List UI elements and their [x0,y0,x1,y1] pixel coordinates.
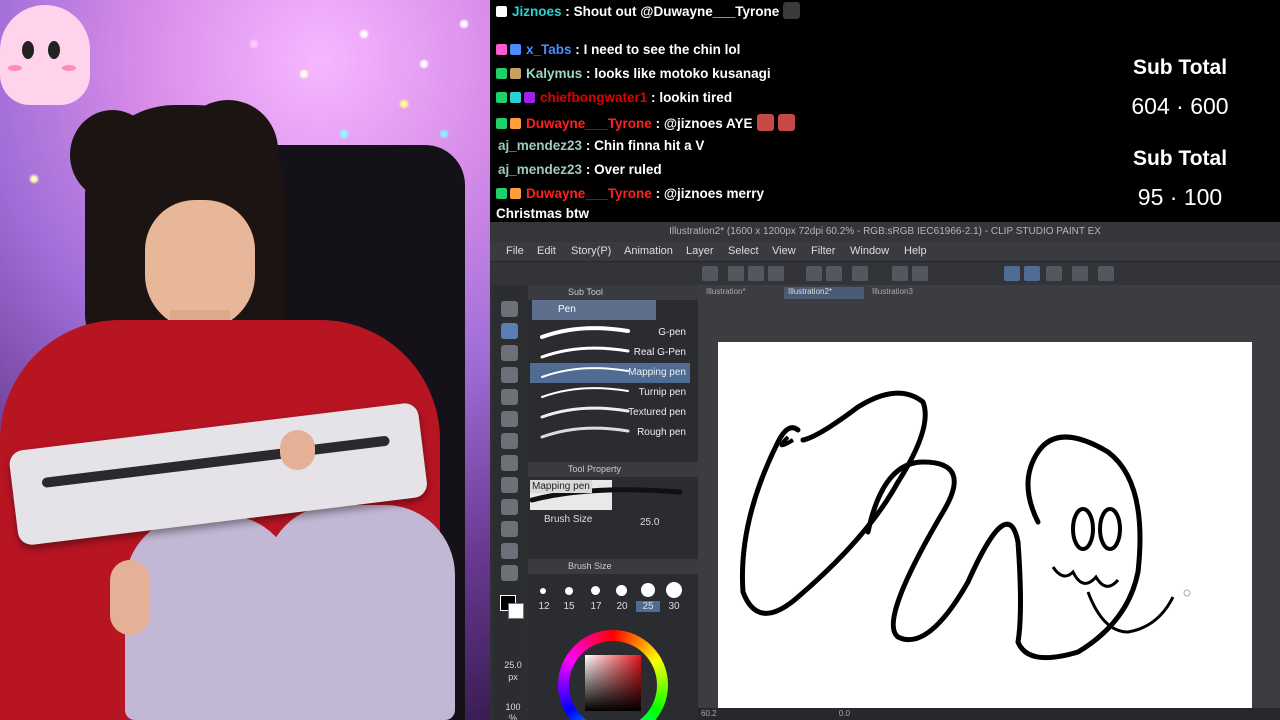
transform-icon[interactable] [912,266,928,281]
menu-layer[interactable]: Layer [686,245,714,257]
tool-property-header: Tool Property [528,462,698,477]
side-brush-unit: px [508,672,518,682]
size-preset[interactable]: 17 [584,601,608,612]
webcam-feed [0,0,490,720]
side-opacity-unit: % [508,713,517,720]
sub-total-value: 95 · 100 [1137,184,1223,210]
size-preset[interactable]: 20 [610,601,634,612]
size-preset-selected[interactable]: 25 [636,601,660,612]
pen-active-icon[interactable] [1004,266,1020,281]
menu-bar: File Edit Story(P) Animation Layer Selec… [490,242,1280,261]
chat-message: Jiznoes : Shout out @Duwayne___Tyrone [496,2,801,19]
doc-tab-active[interactable]: Illustration2* [784,287,864,299]
home-icon[interactable] [702,266,718,281]
ruler-icon[interactable] [1046,266,1062,281]
chat-message-wrap: Christmas btw [496,206,590,221]
clip-studio-window: Illustration2* (1600 x 1200px 72dpi 60.2… [490,222,1280,720]
menu-animation[interactable]: Animation [624,245,673,257]
brush-size-value[interactable]: 25.0 [640,517,659,528]
redo-icon[interactable] [826,266,842,281]
ghost-snake-drawing [739,390,1191,661]
brush-real-g-pen[interactable]: Real G-Pen [530,343,690,363]
canvas-area: Illustration* Illustration2* Illustratio… [698,285,1280,720]
menu-file[interactable]: File [506,245,524,257]
color-square[interactable] [585,655,641,711]
eraser-icon[interactable] [501,389,518,405]
sub-total-label: Sub Total [1132,56,1228,79]
fill-tool-icon[interactable] [501,455,518,471]
undo-icon[interactable] [806,266,822,281]
frame-icon[interactable] [501,477,518,493]
blend-icon[interactable] [501,411,518,427]
size-preset[interactable]: 15 [557,601,581,612]
menu-window[interactable]: Window [850,245,889,257]
help-icon[interactable] [1098,266,1114,281]
menu-view[interactable]: View [772,245,796,257]
doc-tab[interactable]: Illustration3 [868,287,948,299]
stabilizer-icon[interactable] [1024,266,1040,281]
size-preset[interactable]: 30 [662,601,686,612]
lasso-icon[interactable] [501,499,518,515]
brush-g-pen[interactable]: G-pen [530,323,690,343]
chat-message: Kalymus : looks like motoko kusanagi [496,66,771,81]
brush-mapping-pen[interactable]: Mapping pen [530,363,690,383]
drawing-canvas[interactable] [718,342,1252,720]
chat-message: x_Tabs : I need to see the chin lol [496,42,740,57]
window-title: Illustration2* (1600 x 1200px 72dpi 60.2… [490,222,1280,242]
command-bar [490,261,1280,285]
status-bar: 60.2 0.0 [698,708,1280,720]
gradient-icon[interactable] [501,543,518,559]
brush-rough-pen[interactable]: Rough pen [530,423,690,443]
chat-message: Duwayne___Tyrone : @jiznoes AYE [496,114,795,131]
chat-overlay: Jiznoes : Shout out @Duwayne___Tyrone x_… [490,0,1105,222]
brush-textured-pen[interactable]: Textured pen [530,403,690,423]
subtool-header: Sub Tool [528,285,698,300]
new-icon[interactable] [728,266,744,281]
lets-go-emote [783,2,801,19]
color-wheel[interactable] [558,630,668,720]
kirby-plush [0,5,90,105]
size-preset[interactable]: 12 [532,601,556,612]
tool-property-name: Mapping pen [530,480,592,493]
chat-message: Duwayne___Tyrone : @jiznoes merry [496,186,764,201]
brush-turnip-pen[interactable]: Turnip pen [530,383,690,403]
zoom-icon[interactable] [501,301,518,317]
pencil-tool-icon[interactable] [501,345,518,361]
pen-tool-icon[interactable] [501,323,518,339]
magic-wand-icon[interactable] [501,521,518,537]
sub-goal-panel: Sub Total 604 · 600 Sub Total 95 · 100 [1105,0,1280,222]
sub-total-label: Sub Total [1132,147,1228,170]
brush-size-label: Brush Size [544,514,593,525]
brush-size-header: Brush Size [528,559,698,574]
save-icon[interactable] [768,266,784,281]
zoom-readout[interactable]: 60.2 [701,709,717,718]
tool-palette: 25.0 px 100 % [493,285,527,720]
layer-icon[interactable] [1072,266,1088,281]
sub-total-value: 604 · 600 [1131,93,1229,119]
doc-tab[interactable]: Illustration* [702,287,780,299]
stream-layout: Jiznoes : Shout out @Duwayne___Tyrone x_… [0,0,1280,720]
pen-group-tab[interactable]: Pen [532,300,656,320]
chat-message: chiefbongwater1 : lookin tired [496,90,732,105]
menu-help[interactable]: Help [904,245,927,257]
move-icon[interactable] [501,433,518,449]
side-brush-size: 25.0 [504,660,522,670]
spinner-icon[interactable] [852,266,868,281]
menu-edit[interactable]: Edit [537,245,556,257]
menu-select[interactable]: Select [728,245,759,257]
brush-tool-icon[interactable] [501,367,518,383]
chat-message: aj_mendez23 : Chin finna hit a V [498,138,705,153]
fill-icon[interactable] [892,266,908,281]
figure-icon[interactable] [501,565,518,581]
menu-story[interactable]: Story(P) [571,245,611,257]
rotation-readout[interactable]: 0.0 [839,709,850,718]
sub-color-swatch[interactable] [508,603,524,619]
chat-message: aj_mendez23 : Over ruled [498,162,662,177]
open-icon[interactable] [748,266,764,281]
menu-filter[interactable]: Filter [811,245,835,257]
side-opacity: 100 [505,702,521,712]
sub-tool-panel: Sub Tool Pen G-pen Real G-Pen Mapping pe… [528,285,698,720]
